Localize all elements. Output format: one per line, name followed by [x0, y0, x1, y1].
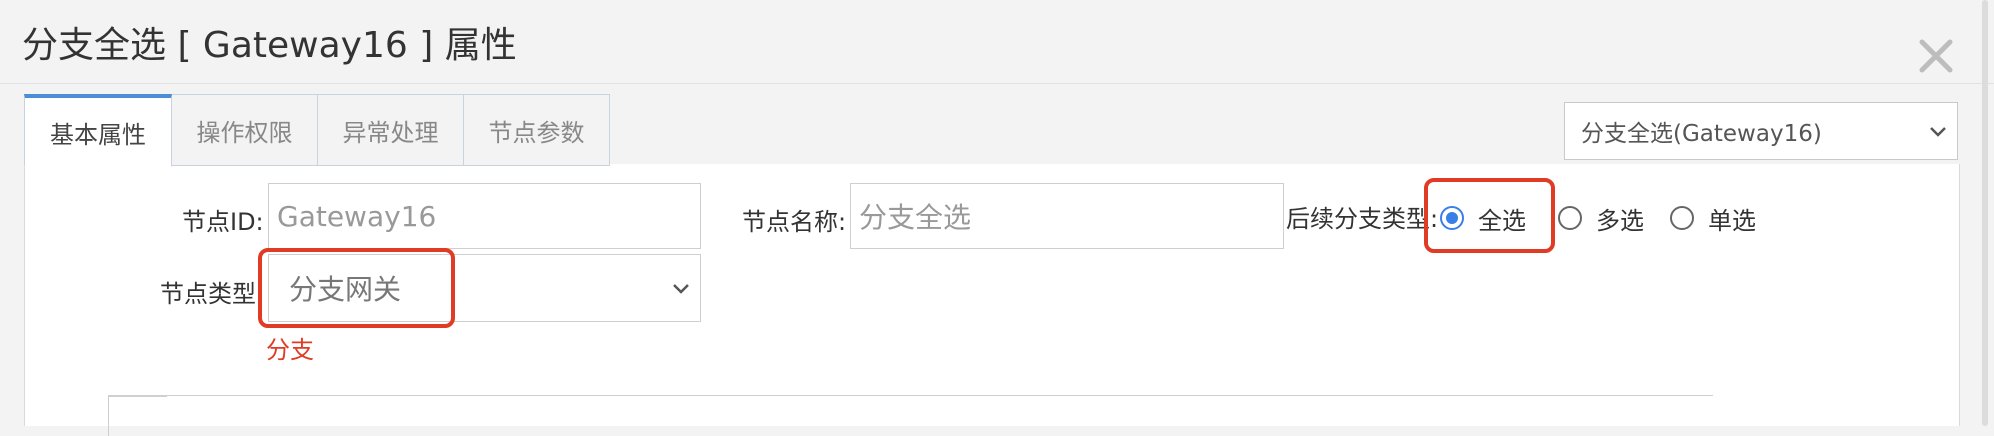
node-id-value: Gateway16	[277, 199, 437, 233]
node-selector-value: 分支全选(Gateway16)	[1581, 121, 1822, 147]
node-selector-dropdown[interactable]: 分支全选(Gateway16)	[1564, 102, 1958, 160]
tab-exception-handling[interactable]: 异常处理	[318, 94, 464, 166]
radio-multi-select-label: 多选	[1596, 206, 1644, 235]
branch-type-label: 后续分支类型:	[1286, 205, 1439, 233]
content-subpanel	[108, 395, 1713, 436]
node-id-field[interactable]: Gateway16	[268, 183, 701, 249]
radio-single-select-label: 单选	[1708, 206, 1756, 235]
tab-basic-properties[interactable]: 基本属性	[24, 94, 172, 167]
radio-multi-select-indicator[interactable]	[1558, 206, 1582, 230]
node-id-label: 节点ID:	[182, 208, 264, 236]
node-type-label: 节点类型	[160, 280, 256, 308]
tab-node-parameters[interactable]: 节点参数	[464, 94, 610, 166]
window-scrollbar[interactable]	[1982, 0, 1988, 426]
node-name-value: 分支全选	[859, 201, 972, 234]
radio-single-select-indicator[interactable]	[1670, 206, 1694, 230]
radio-single-select[interactable]: 单选	[1670, 201, 1756, 236]
dialog-title: 分支全选 [ Gateway16 ] 属性	[22, 25, 517, 66]
property-tabs: 基本属性 操作权限 异常处理 节点参数	[24, 94, 610, 167]
chevron-down-icon	[1930, 127, 1946, 137]
annotation-branch: 分支	[266, 336, 314, 364]
chevron-down-icon	[673, 284, 689, 294]
node-name-label: 节点名称:	[742, 208, 847, 236]
highlight-box-node-type	[258, 248, 455, 328]
radio-multi-select[interactable]: 多选	[1558, 201, 1644, 236]
tab-operation-permissions[interactable]: 操作权限	[172, 94, 318, 166]
highlight-box-branch-type	[1424, 178, 1555, 253]
node-name-field[interactable]: 分支全选	[850, 183, 1284, 249]
dialog-title-bar: 分支全选 [ Gateway16 ] 属性	[0, 0, 1994, 84]
close-icon[interactable]	[1912, 32, 1960, 80]
